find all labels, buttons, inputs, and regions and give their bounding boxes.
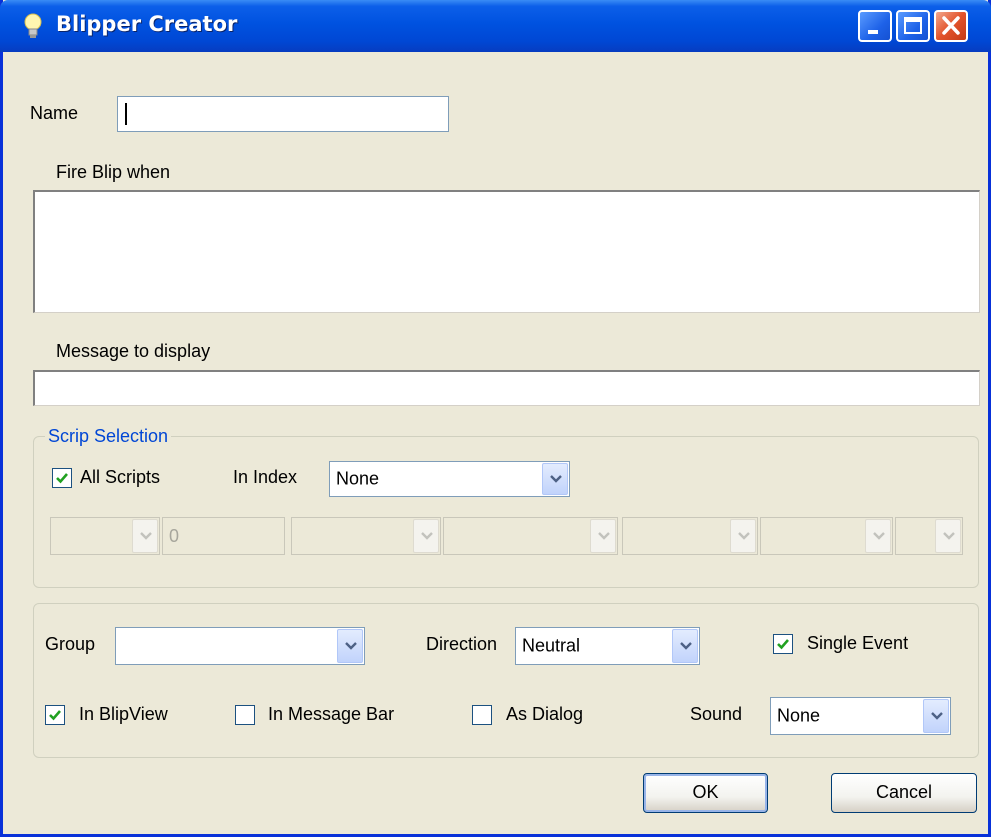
maximize-button[interactable] (896, 10, 930, 42)
name-input[interactable] (117, 96, 449, 132)
disabled-dropdown-1 (50, 517, 160, 555)
disabled-dropdown-4 (622, 517, 758, 555)
message-to-display-input[interactable] (33, 370, 980, 406)
sound-dropdown[interactable]: None (770, 697, 951, 735)
minimize-icon (868, 30, 878, 34)
lightbulb-icon (24, 13, 42, 38)
title-bar[interactable]: Blipper Creator (0, 0, 991, 52)
chevron-down-icon (598, 532, 610, 540)
disabled-dropdown-3 (443, 517, 618, 555)
chevron-down-icon (680, 642, 692, 650)
disabled-number-field: 0 (162, 517, 285, 555)
in-index-dropdown[interactable]: None (329, 461, 570, 497)
name-label: Name (30, 103, 79, 123)
disabled-number-value: 0 (169, 526, 180, 546)
group-dropdown-button[interactable] (337, 629, 363, 663)
chevron-down-icon (738, 532, 750, 540)
disabled-dropdown-5-button (865, 519, 891, 553)
chevron-down-icon (421, 532, 433, 540)
checkmark-icon (49, 710, 61, 721)
minimize-button[interactable] (858, 10, 892, 42)
direction-label: Direction (426, 634, 498, 654)
direction-dropdown-button[interactable] (672, 629, 698, 663)
blipper-creator-window: Blipper Creator Name Fire Blip when Mess… (0, 0, 991, 837)
direction-value: Neutral (522, 635, 581, 656)
disabled-dropdown-2-button (413, 519, 439, 553)
sound-dropdown-button[interactable] (923, 699, 949, 733)
window-title: Blipper Creator (56, 12, 238, 36)
disabled-dropdown-6-button (935, 519, 961, 553)
disabled-dropdown-5 (760, 517, 893, 555)
disabled-dropdown-1-button (132, 519, 158, 553)
group-dropdown[interactable] (115, 627, 365, 665)
single-event-label: Single Event (807, 633, 909, 653)
in-index-label: In Index (233, 467, 298, 487)
chevron-down-icon (550, 475, 562, 483)
as-dialog-label: As Dialog (506, 704, 584, 724)
chevron-down-icon (345, 642, 357, 650)
in-index-value: None (336, 468, 380, 489)
chevron-down-icon (140, 532, 152, 540)
disabled-dropdown-4-button (730, 519, 756, 553)
text-caret (125, 103, 127, 125)
disabled-dropdown-6 (895, 517, 963, 555)
scrip-selection-group (33, 436, 979, 588)
all-scripts-label: All Scripts (80, 467, 161, 487)
in-message-bar-label: In Message Bar (268, 704, 395, 724)
chevron-down-icon (931, 712, 943, 720)
chevron-down-icon (873, 532, 885, 540)
checkmark-icon (56, 473, 68, 484)
fire-blip-when-textarea[interactable] (33, 190, 980, 313)
message-to-display-label: Message to display (56, 341, 211, 361)
in-index-dropdown-button[interactable] (542, 463, 568, 495)
maximize-icon (904, 17, 922, 34)
scrip-selection-legend: Scrip Selection (45, 426, 172, 447)
cancel-button[interactable]: Cancel (831, 773, 977, 813)
in-blipview-label: In BlipView (79, 704, 168, 724)
in-message-bar-checkbox[interactable] (235, 705, 255, 725)
close-icon (942, 16, 960, 35)
as-dialog-checkbox[interactable] (472, 705, 492, 725)
checkmark-icon (777, 639, 789, 650)
single-event-checkbox[interactable] (773, 634, 793, 654)
close-button[interactable] (934, 10, 968, 42)
sound-value: None (777, 705, 821, 726)
all-scripts-checkbox[interactable] (52, 468, 72, 488)
direction-dropdown[interactable]: Neutral (515, 627, 700, 665)
sound-label: Sound (690, 704, 743, 724)
group-label: Group (45, 634, 96, 654)
fire-blip-when-label: Fire Blip when (56, 162, 171, 182)
ok-button[interactable]: OK (643, 773, 768, 813)
chevron-down-icon (943, 532, 955, 540)
disabled-dropdown-3-button (590, 519, 616, 553)
in-blipview-checkbox[interactable] (45, 705, 65, 725)
disabled-dropdown-2 (291, 517, 441, 555)
